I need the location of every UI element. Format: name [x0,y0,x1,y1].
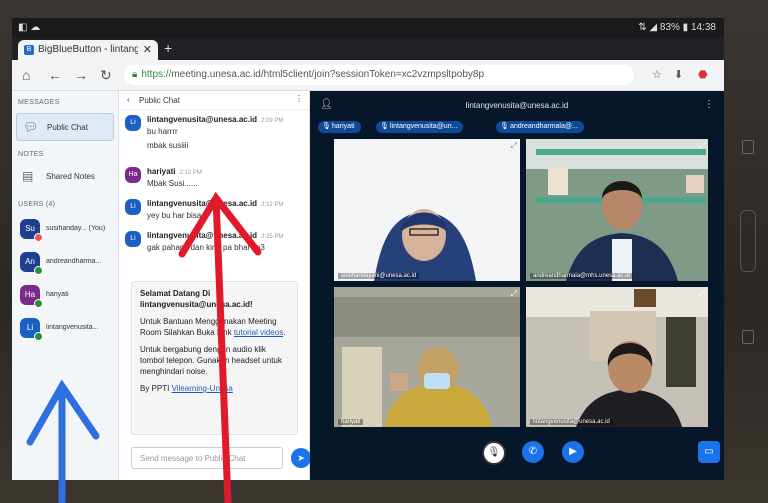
user-item[interactable]: An andreandharma... [20,252,116,276]
screen: ◧ ☁ ⇅ ◢ 83% ▮ 14:38 B BigBlueButton - li… [12,18,724,480]
notes-icon: ▤ [22,169,34,183]
message-text: mbak susiiii [147,141,189,150]
phone-icon: ✆ [528,446,538,457]
avatar: Su [20,219,43,242]
unmute-button[interactable]: 🎙︎ [482,441,506,465]
video-tile[interactable]: susihandayani@unesa.ac.id ⤢ [334,139,520,281]
tablet-recent-key [742,330,754,344]
avatar: Li [125,115,141,131]
webcam-feed [334,287,520,427]
user-item[interactable]: Li lintangvenusita... [20,318,116,342]
audio-button[interactable]: ✆ [522,441,544,463]
camera-icon: ▶ [569,446,577,457]
video-tile[interactable]: lintangvenusita@unesa.ac.id ⤢ [526,287,708,427]
tablet-home-key [740,210,756,272]
download-icon[interactable]: ⬇ [674,68,683,81]
chat-icon: 💬︎ [23,120,39,134]
webcam-feed [526,139,708,281]
talking-pill: 🎙︎ lintangvenusita@un... [376,121,464,133]
shared-notes-item[interactable]: ▤ Shared Notes [16,163,112,189]
reload-icon[interactable]: ↻ [100,67,112,84]
mic-icon: 🎙︎ [380,123,389,130]
status-left-icons: ◧ ☁ [18,22,41,33]
tile-user-name: hariyati [338,419,364,425]
message-sender: hariyati 2:12 PM [147,167,202,176]
status-right: ⇅ ◢ 83% ▮ 14:38 [638,22,716,33]
user-name: andreandharma... [46,258,102,265]
presenter-name: lintangvenusita@unesa.ac.id [465,101,569,110]
browser-tab[interactable]: B BigBlueButton - lintangvenus ✕ [18,40,158,60]
red-arrow-annotation [178,191,262,503]
blue-arrow-annotation [26,379,100,503]
webcam-feed [334,139,520,281]
mic-icon: 🎙︎ [500,123,509,130]
send-message-button[interactable]: ➤ [291,448,311,468]
talking-pill: 🎙︎ hariyati [318,121,361,133]
lock-icon: 🔒︎ [132,69,138,80]
chat-header: ‹ Public Chat ⋮ [119,91,309,110]
users-header: USERS (4) [18,201,56,208]
url-scheme: https:// [141,69,172,80]
notes-header: NOTES [18,151,44,158]
video-tile[interactable]: hariyati ⤢ [334,287,520,427]
avatar: Li [125,231,141,247]
message-sender: lintangvenusita@unesa.ac.id 2:09 PM [147,115,284,124]
webcam-feed [526,287,708,427]
user-name: hariyati [46,291,69,298]
home-icon[interactable]: ⌂ [22,67,30,83]
shared-notes-label: Shared Notes [46,172,95,181]
chat-title: Public Chat [139,96,180,105]
android-status-bar: ◧ ☁ ⇅ ◢ 83% ▮ 14:38 [12,18,724,38]
more-options-icon[interactable]: ⋮ [704,99,714,110]
user-item[interactable]: Su susihanday... (You) [20,219,116,243]
extension-icon[interactable]: ⬣ [698,68,708,81]
tab-title: BigBlueButton - lintangvenus [38,44,138,55]
avatar: Li [125,199,141,215]
fullscreen-icon[interactable]: ⤢ [699,289,705,299]
back-icon[interactable]: ← [48,67,62,83]
avatar: Ha [125,167,141,183]
mic-icon: 🎙︎ [322,123,331,130]
chevron-left-icon[interactable]: ‹ [127,95,130,104]
monitor-icon: ▭ [704,446,714,457]
fullscreen-icon[interactable]: ⤢ [511,141,517,151]
screen-share-button[interactable]: ▭ [698,441,720,463]
video-button[interactable]: ▶ [562,441,584,463]
mic-off-icon: 🎙︎ [487,447,501,458]
tablet-back-key [742,140,754,154]
browser-tabstrip: B BigBlueButton - lintangvenus ✕ + [12,38,724,60]
public-chat-label: Public Chat [47,123,88,132]
messages-header: MESSAGES [18,99,60,106]
video-tile[interactable]: andreandharmala@mhs.unesa.ac.id ⤢ [526,139,708,281]
forward-icon[interactable]: → [74,67,88,83]
close-tab-icon[interactable]: ✕ [143,43,152,56]
bbb-favicon-icon: B [24,45,34,55]
user-item[interactable]: Ha hariyati [20,285,116,309]
talking-pill: 🎙︎ andreandharmala@... [496,121,584,133]
url-text: meeting.unesa.ac.id/html5client/join?ses… [171,69,485,80]
avatar: Li [20,318,43,341]
message-text: bu harrrr [147,127,178,136]
send-icon: ➤ [297,453,305,463]
new-tab-icon[interactable]: + [164,40,172,56]
browser-toolbar: ⌂ ← → ↻ 🔒︎ https://meeting.unesa.ac.id/ht… [12,60,724,91]
tile-user-name: andreandharmala@mhs.unesa.ac.id [530,273,633,279]
user-name: susihanday... (You) [46,225,106,232]
avatar: Ha [20,285,43,308]
bookmark-star-icon[interactable]: ☆ [652,68,662,81]
fullscreen-icon[interactable]: ⤢ [699,141,705,151]
avatar: An [20,252,43,275]
public-chat-item[interactable]: 💬︎ Public Chat [16,113,114,141]
bigbluebutton-app: MESSAGES 💬︎ Public Chat NOTES ▤ Shared N… [12,91,724,480]
address-bar[interactable]: 🔒︎ https://meeting.unesa.ac.id/html5clien… [124,65,634,85]
tile-user-name: lintangvenusita@unesa.ac.id [530,419,613,425]
fullscreen-icon[interactable]: ⤢ [511,289,517,299]
tablet-frame: ◧ ☁ ⇅ ◢ 83% ▮ 14:38 B BigBlueButton - li… [0,0,768,503]
user-name: lintangvenusita... [46,324,99,331]
more-options-icon[interactable]: ⋮ [295,94,303,103]
tile-user-name: susihandayani@unesa.ac.id [338,273,420,279]
video-area: 👤︎ lintangvenusita@unesa.ac.id ⋮ 🎙︎ hariy… [310,91,724,480]
